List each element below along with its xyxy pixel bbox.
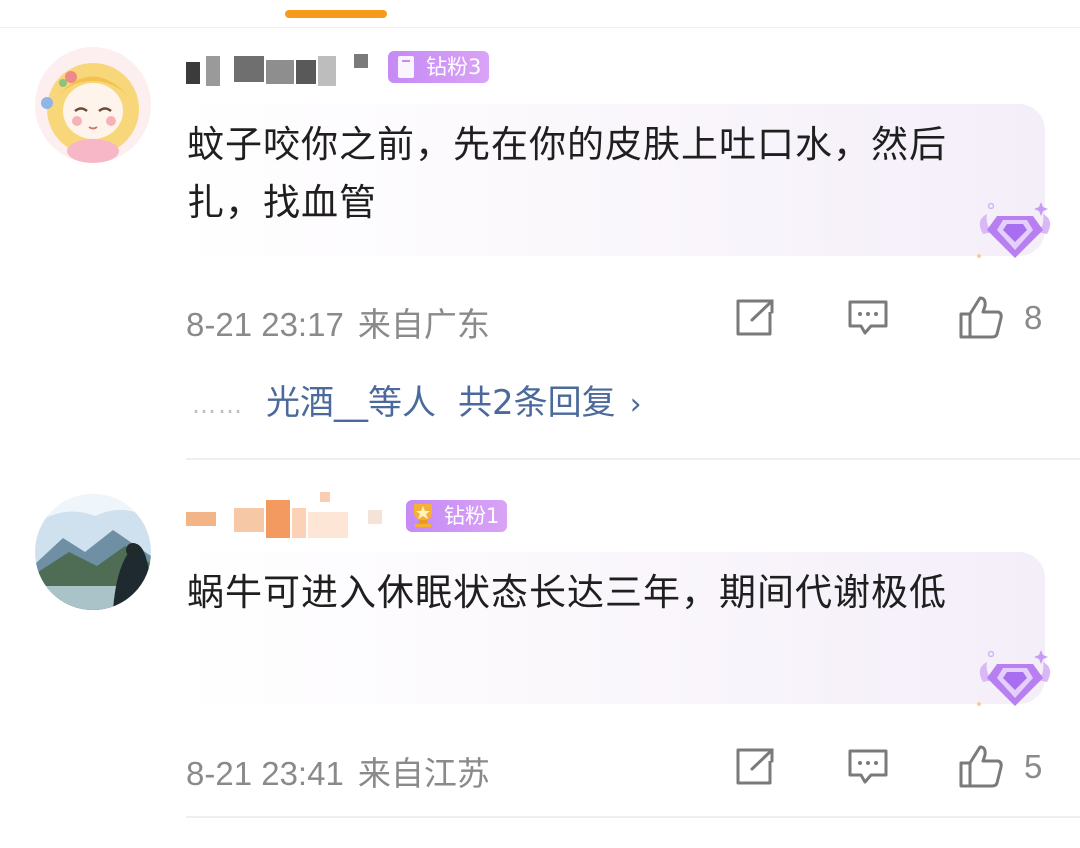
comment-separator (186, 458, 1080, 460)
share-icon[interactable] (734, 747, 776, 787)
chevron-right-icon: › (629, 387, 642, 422)
comment-bubble[interactable]: 蚊子咬你之前，先在你的皮肤上吐口水，然后扎，找血管 (175, 104, 1051, 258)
comment-meta: 8-21 23:41 来自江苏 (186, 747, 490, 795)
avatar[interactable] (35, 494, 151, 610)
fan-badge[interactable]: 钻粉1 (406, 500, 508, 532)
comment-separator (186, 816, 1080, 818)
share-icon[interactable] (734, 298, 776, 338)
badge-label: 钻粉3 (426, 55, 482, 79)
badge-label: 钻粉1 (444, 504, 500, 528)
diamond-vip-icon (977, 202, 1051, 258)
replies-link[interactable]: …… 光酒__等人 共2条回复 › (192, 375, 642, 424)
comment-location: 来自江苏 (357, 755, 490, 792)
like-icon[interactable] (958, 294, 1004, 340)
active-tab-indicator (285, 10, 387, 18)
like-count: 5 (1024, 748, 1043, 785)
fan-badge[interactable]: 钻粉3 (388, 51, 490, 83)
comment-meta: 8-21 23:17 来自广东 (186, 298, 490, 346)
comment-bubble[interactable]: 蜗牛可进入休眠状态长达三年，期间代谢极低 (175, 552, 1051, 706)
reply-names: 光酒__等人 (266, 383, 436, 423)
top-divider (0, 27, 1080, 28)
comment-time: 8-21 23:41 (186, 755, 344, 792)
avatar[interactable] (35, 47, 151, 163)
comment-icon[interactable] (847, 747, 889, 787)
badge-trophy-icon (414, 504, 432, 527)
like-count: 8 (1024, 299, 1043, 336)
badge-card-icon (398, 56, 414, 78)
replies-dots: …… (192, 390, 244, 419)
reply-count: 共2条回复 (458, 383, 616, 423)
username-redacted[interactable] (186, 50, 386, 90)
comment-location: 来自广东 (357, 306, 490, 343)
comment-icon[interactable] (847, 298, 889, 338)
comment-time: 8-21 23:17 (186, 306, 344, 343)
like-icon[interactable] (958, 743, 1004, 789)
comment-text: 蜗牛可进入休眠状态长达三年，期间代谢极低 (187, 571, 947, 614)
comment-text: 蚊子咬你之前，先在你的皮肤上吐口水，然后扎，找血管 (187, 123, 947, 224)
diamond-vip-icon (977, 650, 1051, 706)
